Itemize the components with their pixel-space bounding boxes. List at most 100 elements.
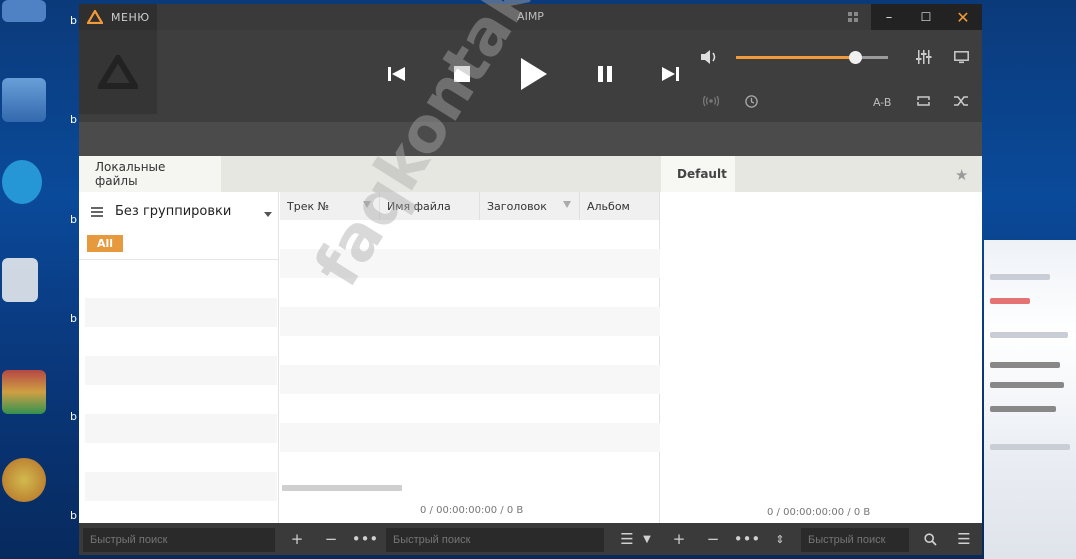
- stop-icon: [454, 66, 470, 82]
- broadcast-icon: [703, 95, 719, 107]
- file-list: Трек № Имя файла Заголовок Альбом 0 / 00…: [280, 192, 660, 523]
- volume-button[interactable]: [699, 46, 721, 68]
- chevron-down-icon[interactable]: [264, 212, 272, 217]
- table-row: [280, 423, 660, 452]
- search-input-files[interactable]: [386, 528, 604, 552]
- playlist-menu-icon[interactable]: ☰: [953, 529, 975, 549]
- desktop-app-icon[interactable]: [2, 0, 46, 22]
- aimp-logo-icon: [98, 55, 138, 89]
- pause-button[interactable]: [594, 64, 616, 84]
- add-icon[interactable]: +: [668, 529, 690, 549]
- chevron-down-icon[interactable]: ▼: [636, 529, 658, 549]
- column-header-filename[interactable]: Имя файла: [380, 192, 480, 220]
- tab-local-files[interactable]: Локальные файлы: [79, 156, 221, 192]
- library-status: 0 / 00:00:00:00 / 0 B: [420, 505, 524, 516]
- desktop-app-icon[interactable]: [2, 78, 46, 122]
- table-row: [280, 307, 660, 336]
- add-icon[interactable]: +: [286, 529, 308, 549]
- playlist-panel: 0 / 00:00:00:00 / 0 B: [661, 192, 982, 523]
- player-panel: A-B: [79, 30, 982, 126]
- volume-fill: [736, 56, 855, 59]
- grouping-label: Без группировки: [115, 204, 232, 219]
- filter-icon[interactable]: [363, 201, 371, 208]
- document-icon[interactable]: [2, 258, 38, 302]
- column-header-label: Трек №: [287, 199, 330, 213]
- horizontal-scrollbar[interactable]: [282, 485, 402, 491]
- desktop-icon-label: b: [70, 14, 77, 27]
- column-header-title[interactable]: Заголовок: [480, 192, 580, 220]
- next-icon: [662, 67, 679, 81]
- desktop-app-icon[interactable]: [2, 458, 46, 502]
- all-filter-badge[interactable]: All: [87, 235, 123, 252]
- previous-icon: [388, 67, 405, 81]
- more-icon[interactable]: •••: [352, 529, 379, 549]
- minimize-button[interactable]: –: [871, 4, 907, 30]
- previous-button[interactable]: [385, 64, 409, 84]
- desktop-app-icon[interactable]: [2, 370, 46, 414]
- more-icon[interactable]: •••: [734, 529, 761, 549]
- repeat-button[interactable]: [912, 90, 934, 112]
- tab-strip: Локальные файлы Default ★: [79, 156, 982, 192]
- close-button[interactable]: ✕: [945, 4, 981, 30]
- radio-button[interactable]: [700, 90, 722, 112]
- list-item: [85, 356, 277, 385]
- desktop-icon-label: b: [70, 113, 77, 126]
- clock-icon: [744, 94, 758, 108]
- star-icon[interactable]: ★: [955, 166, 968, 184]
- play-icon: [521, 58, 547, 90]
- desktop-icon-label: b: [70, 410, 77, 423]
- divider: [79, 259, 279, 260]
- visualization-button[interactable]: [950, 46, 972, 68]
- filter-icon[interactable]: [563, 201, 571, 208]
- pause-icon: [598, 66, 612, 82]
- list-menu-icon[interactable]: ☰: [616, 529, 638, 549]
- speaker-icon: [701, 50, 716, 64]
- playlist-status: 0 / 00:00:00:00 / 0 B: [767, 507, 871, 518]
- telegram-icon[interactable]: [2, 160, 42, 204]
- search-input-playlist[interactable]: [801, 528, 909, 552]
- remove-icon[interactable]: −: [702, 529, 724, 549]
- track-info-bar: [79, 122, 982, 156]
- desktop-icon-label: b: [70, 213, 77, 226]
- album-cover: [79, 30, 157, 114]
- desktop-icon-label: b: [70, 509, 77, 522]
- search-icon[interactable]: [919, 529, 941, 549]
- grouping-panel: Без группировки All: [79, 192, 279, 523]
- table-row: [280, 249, 660, 278]
- title-bar[interactable]: МЕНЮ AIMP – ☐ ✕: [79, 4, 982, 30]
- sort-icon[interactable]: ⇕: [769, 529, 791, 549]
- list-item: [85, 298, 277, 327]
- equalizer-button[interactable]: [913, 46, 935, 68]
- remove-icon[interactable]: −: [320, 529, 342, 549]
- search-input-groups[interactable]: [83, 528, 275, 552]
- ab-repeat-button[interactable]: A-B: [873, 96, 891, 109]
- shuffle-icon: [953, 96, 968, 106]
- hamburger-icon: [91, 206, 103, 217]
- volume-slider[interactable]: [736, 51, 888, 64]
- list-item: [85, 472, 277, 501]
- equalizer-icon: [916, 50, 932, 64]
- play-button[interactable]: [517, 56, 551, 92]
- list-item: [85, 414, 277, 443]
- shuffle-button[interactable]: [950, 90, 972, 112]
- background-window[interactable]: [984, 240, 1076, 559]
- maximize-button[interactable]: ☐: [908, 4, 944, 30]
- aimp-window: МЕНЮ AIMP – ☐ ✕ A-B Локальные файлы Defa…: [79, 4, 982, 555]
- column-header-label: Заголовок: [487, 199, 547, 213]
- volume-knob[interactable]: [849, 51, 862, 64]
- grid-icon[interactable]: [835, 4, 871, 30]
- monitor-icon: [953, 50, 969, 63]
- column-header-track[interactable]: Трек №: [280, 192, 380, 220]
- column-header-label: Имя файла: [387, 199, 451, 213]
- column-header-label: Альбом: [587, 199, 630, 213]
- tab-default-playlist[interactable]: Default: [661, 156, 735, 192]
- bottom-toolbar: + − ••• ☰ ▼ + − ••• ⇕ ☰: [79, 523, 982, 555]
- column-header-album[interactable]: Альбом: [580, 192, 660, 220]
- desktop-icon-label: b: [70, 312, 77, 325]
- grouping-selector[interactable]: Без группировки: [91, 204, 231, 219]
- table-row: [280, 365, 660, 394]
- repeat-icon: [916, 96, 930, 106]
- stop-button[interactable]: [451, 64, 473, 84]
- timer-button[interactable]: [740, 90, 762, 112]
- next-button[interactable]: [658, 64, 682, 84]
